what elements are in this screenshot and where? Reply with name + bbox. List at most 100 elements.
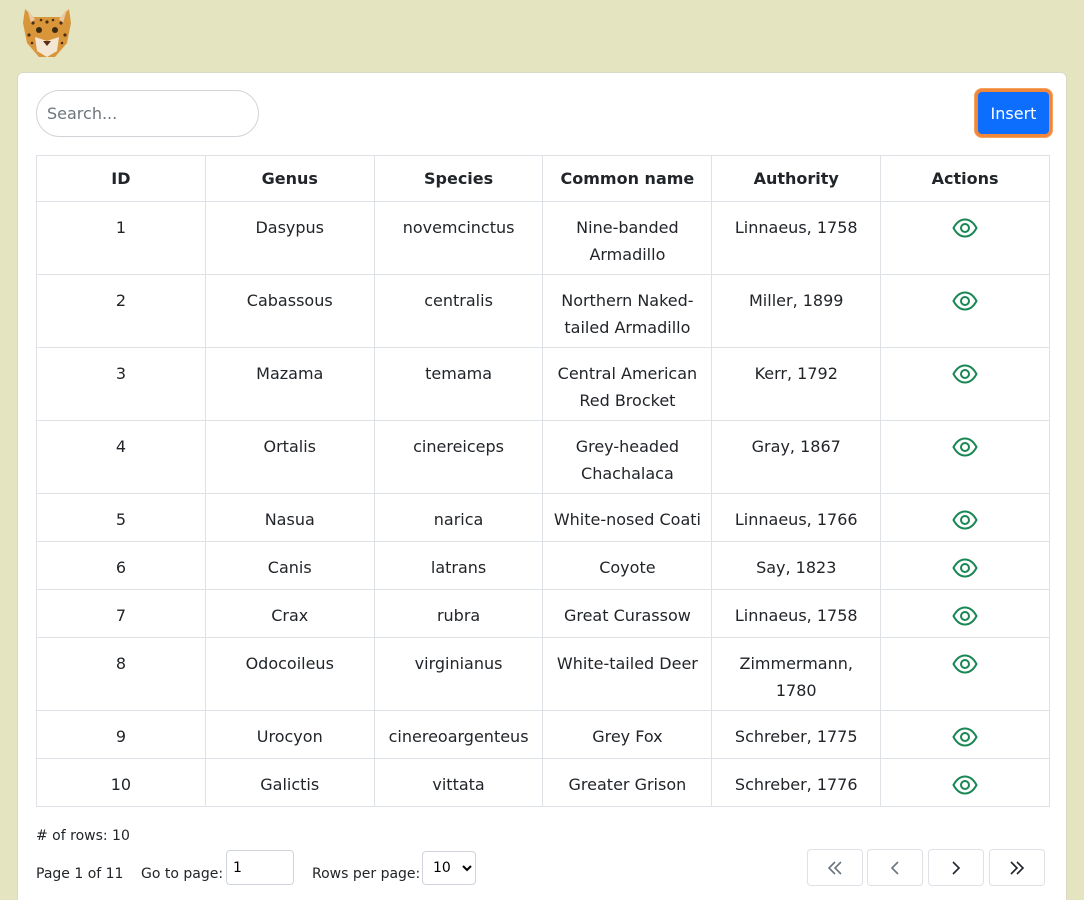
cell-actions [880, 347, 1050, 421]
last-page-button[interactable] [989, 849, 1045, 886]
cell-actions [880, 710, 1050, 759]
cell-actions [880, 420, 1050, 494]
eye-icon[interactable] [952, 775, 978, 795]
column-header-genus[interactable]: Genus [204, 155, 375, 202]
table-row: 4 Ortalis cinereiceps Grey-headed Chachalac… [36, 420, 1050, 494]
rows-per-page-select[interactable]: 10 [422, 851, 476, 885]
cell-genus: Dasypus [204, 201, 375, 275]
cell-common-name: Grey-headed Chachalaca [542, 420, 713, 494]
cell-genus: Odocoileus [204, 637, 375, 711]
cell-id: 4 [36, 420, 206, 494]
cell-actions [880, 493, 1050, 542]
cell-actions [880, 758, 1050, 807]
eye-icon[interactable] [952, 218, 978, 238]
cell-actions [880, 201, 1050, 275]
column-header-species[interactable]: Species [373, 155, 544, 202]
eye-icon[interactable] [952, 727, 978, 747]
table-row: 1 Dasypus novemcinctus Nine-banded Armadill… [36, 201, 1050, 275]
cell-authority: Linnaeus, 1766 [711, 493, 882, 542]
column-header-common-name[interactable]: Common name [542, 155, 713, 202]
cell-species: narica [373, 493, 544, 542]
cell-actions [880, 589, 1050, 638]
cell-id: 5 [36, 493, 206, 542]
eye-icon[interactable] [952, 606, 978, 626]
first-page-button[interactable] [807, 849, 863, 886]
cell-common-name: White-tailed Deer [542, 637, 713, 711]
column-header-actions: Actions [880, 155, 1050, 202]
cell-authority: Zimmermann, 1780 [711, 637, 882, 711]
cell-common-name: Northern Naked-tailed Armadillo [542, 274, 713, 348]
cell-genus: Galictis [204, 758, 375, 807]
cell-genus: Cabassous [204, 274, 375, 348]
cell-authority: Linnaeus, 1758 [711, 589, 882, 638]
cell-species: cinereoargenteus [373, 710, 544, 759]
table-row: 5 Nasua narica White-nosed Coati Linnaeus, 1… [36, 493, 1050, 542]
cell-genus: Mazama [204, 347, 375, 421]
eye-icon[interactable] [952, 654, 978, 674]
column-header-authority[interactable]: Authority [711, 155, 882, 202]
table-row: 3 Mazama temama Central American Red Brocke… [36, 347, 1050, 421]
cell-authority: Gray, 1867 [711, 420, 882, 494]
goto-page-label: Go to page: [141, 866, 224, 882]
cell-actions [880, 637, 1050, 711]
cell-actions [880, 541, 1050, 590]
cell-authority: Kerr, 1792 [711, 347, 882, 421]
species-table: ID Genus Species Common name Authority A… [36, 155, 1050, 807]
insert-button[interactable]: Insert [975, 89, 1052, 137]
search-input[interactable] [36, 90, 259, 137]
cell-species: rubra [373, 589, 544, 638]
cell-authority: Schreber, 1775 [711, 710, 882, 759]
page-info: Page 1 of 11 [36, 866, 124, 882]
cell-id: 2 [36, 274, 206, 348]
cell-species: vittata [373, 758, 544, 807]
table-row: 2 Cabassous centralis Northern Naked-tailed… [36, 274, 1050, 348]
cell-id: 10 [36, 758, 206, 807]
cell-actions [880, 274, 1050, 348]
eye-icon[interactable] [952, 558, 978, 578]
cell-id: 3 [36, 347, 206, 421]
cell-species: centralis [373, 274, 544, 348]
cell-id: 8 [36, 637, 206, 711]
cell-species: latrans [373, 541, 544, 590]
table-row: 6 Canis latrans Coyote Say, 1823 [36, 541, 1050, 590]
cell-authority: Miller, 1899 [711, 274, 882, 348]
next-page-button[interactable] [928, 849, 984, 886]
cell-common-name: Greater Grison [542, 758, 713, 807]
cell-id: 1 [36, 201, 206, 275]
eye-icon[interactable] [952, 291, 978, 311]
eye-icon[interactable] [952, 364, 978, 384]
eye-icon[interactable] [952, 437, 978, 457]
main-card: Insert ID Genus Species Common name Auth… [17, 72, 1067, 900]
cell-authority: Say, 1823 [711, 541, 882, 590]
row-count: # of rows: 10 [36, 828, 130, 844]
rows-per-page-label: Rows per page: [312, 866, 421, 882]
eye-icon[interactable] [952, 510, 978, 530]
jaguar-logo-icon[interactable] [17, 3, 77, 61]
table-row: 7 Crax rubra Great Curassow Linnaeus, 1758 [36, 589, 1050, 638]
next-page-icon [952, 860, 961, 875]
last-page-icon [1010, 860, 1025, 875]
cell-common-name: Nine-banded Armadillo [542, 201, 713, 275]
table-header-row: ID Genus Species Common name Authority A… [36, 155, 1050, 202]
cell-common-name: Coyote [542, 541, 713, 590]
cell-authority: Linnaeus, 1758 [711, 201, 882, 275]
column-header-id[interactable]: ID [36, 155, 206, 202]
cell-species: novemcinctus [373, 201, 544, 275]
cell-species: temama [373, 347, 544, 421]
table-row: 10 Galictis vittata Greater Grison Schreber,… [36, 758, 1050, 807]
top-bar [0, 0, 1084, 72]
previous-page-icon [890, 860, 899, 875]
cell-genus: Canis [204, 541, 375, 590]
goto-page-input[interactable] [226, 850, 294, 885]
cell-genus: Ortalis [204, 420, 375, 494]
cell-common-name: White-nosed Coati [542, 493, 713, 542]
cell-species: virginianus [373, 637, 544, 711]
cell-id: 6 [36, 541, 206, 590]
cell-genus: Urocyon [204, 710, 375, 759]
previous-page-button[interactable] [867, 849, 923, 886]
cell-genus: Crax [204, 589, 375, 638]
cell-common-name: Central American Red Brocket [542, 347, 713, 421]
cell-common-name: Great Curassow [542, 589, 713, 638]
cell-genus: Nasua [204, 493, 375, 542]
cell-species: cinereiceps [373, 420, 544, 494]
